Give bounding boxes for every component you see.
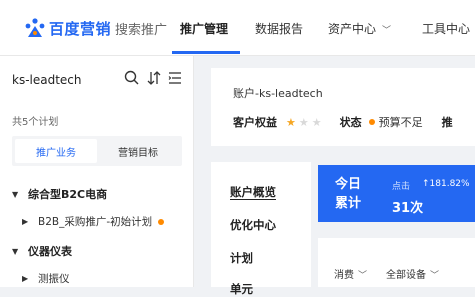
metric-select[interactable]: 消费 ﹀ [334, 266, 367, 281]
device-select-value: 全部设备 [386, 270, 426, 281]
click-growth-rate: ↑181.82% [422, 179, 470, 189]
sidebar: ks-leadtech 共5个计划 推广业务 营销目标 ▼ 综合型B2C电商 ▶… [0, 56, 194, 287]
plan-count: 共5个计划 [12, 117, 59, 128]
rating-stars: ★ ★ ★ [283, 116, 322, 129]
tree-group-label: 仪器仪表 [28, 245, 72, 258]
menu-item-unit[interactable]: 单元 [230, 281, 253, 297]
active-tab-indicator [172, 51, 240, 54]
today-summary-card[interactable]: 今日 累计 点击 ↑181.82% 31次 [318, 165, 475, 222]
nav-item-promotion-management[interactable]: 推广管理 [180, 20, 228, 37]
sidebar-account-name: ks-leadtech [12, 73, 82, 87]
search-icon[interactable] [124, 70, 140, 90]
top-bar: 百度营销 搜索推广 推广管理 数据报告 资产中心 ﹀ 工具中心 [0, 0, 475, 56]
sidebar-segmented-control: 推广业务 营销目标 [12, 136, 182, 166]
sort-icon[interactable] [147, 70, 161, 90]
caret-down-icon[interactable]: ▼ [12, 190, 28, 199]
status-dot [158, 218, 165, 225]
menu-item-plan[interactable]: 计划 [230, 250, 253, 266]
tab-promotion-business[interactable]: 推广业务 [15, 139, 97, 163]
chevron-down-icon: ﹀ [358, 271, 368, 281]
tree-plan-label: B2B_采购推广-初始计划 [38, 216, 153, 228]
tree-plan-label: 测振仪 [38, 273, 70, 285]
overview-menu: 账户概览 优化中心 计划 单元 [211, 162, 311, 296]
nav-item-tool-center[interactable]: 工具中心 [422, 20, 470, 37]
chevron-down-icon: ﹀ [382, 26, 392, 36]
star-empty-icon: ★ [311, 115, 322, 129]
brand-name: 百度营销 [49, 19, 112, 38]
menu-item-account-overview[interactable]: 账户概览 [230, 184, 276, 200]
click-count: 31次 [392, 201, 424, 216]
nav-item-label: 资产中心 [328, 22, 377, 36]
star-filled-icon: ★ [286, 115, 296, 129]
brand-logo[interactable]: 百度营销 搜索推广 [24, 17, 167, 39]
rights-label: 客户权益 [233, 116, 277, 129]
account-rights-row: 客户权益 ★ ★ ★ 状态 预算不足 推 [233, 114, 453, 130]
nav-item-data-report[interactable]: 数据报告 [255, 20, 303, 37]
chevron-down-icon: ﹀ [430, 271, 440, 281]
status-label: 状态 [339, 116, 362, 129]
caret-down-icon[interactable]: ▼ [12, 247, 28, 256]
star-empty-icon: ★ [298, 115, 309, 129]
account-header: 账户-ks-leadtech 客户权益 ★ ★ ★ 状态 预算不足 推 [211, 68, 475, 146]
today-title: 今日 累计 [335, 175, 361, 213]
status-dot [368, 119, 375, 125]
product-name: 搜索推广 [115, 22, 168, 38]
truncated-label: 推 [441, 116, 453, 129]
chart-panel: 消费 ﹀ 全部设备 ﹀ [318, 238, 475, 287]
today-title-line2: 累计 [335, 196, 362, 211]
status-value: 预算不足 [378, 116, 423, 129]
caret-right-icon[interactable]: ▶ [22, 274, 38, 283]
tab-marketing-goal[interactable]: 营销目标 [97, 139, 179, 163]
nav-item-asset-center[interactable]: 资产中心 ﹀ [328, 20, 391, 37]
menu-item-optimization-center[interactable]: 优化中心 [230, 217, 276, 233]
device-select[interactable]: 全部设备 ﹀ [386, 266, 439, 281]
list-menu-icon[interactable] [168, 70, 182, 90]
baidu-paw-icon [24, 17, 46, 39]
tree-plan-item[interactable]: ▶ B2B_采购推广-初始计划 [22, 214, 165, 229]
tree-group[interactable]: ▼ 仪器仪表 [12, 243, 72, 259]
tree-group[interactable]: ▼ 综合型B2C电商 [12, 186, 107, 202]
sidebar-toolbar [124, 70, 182, 90]
tree-group-label: 综合型B2C电商 [28, 188, 108, 201]
click-label: 点击 [392, 182, 411, 192]
metric-select-value: 消费 [334, 270, 354, 281]
caret-right-icon[interactable]: ▶ [22, 217, 38, 226]
account-label: 账户-ks-leadtech [233, 87, 323, 100]
today-title-line1: 今日 [335, 177, 362, 192]
tree-plan-item[interactable]: ▶ 测振仪 [22, 271, 70, 286]
